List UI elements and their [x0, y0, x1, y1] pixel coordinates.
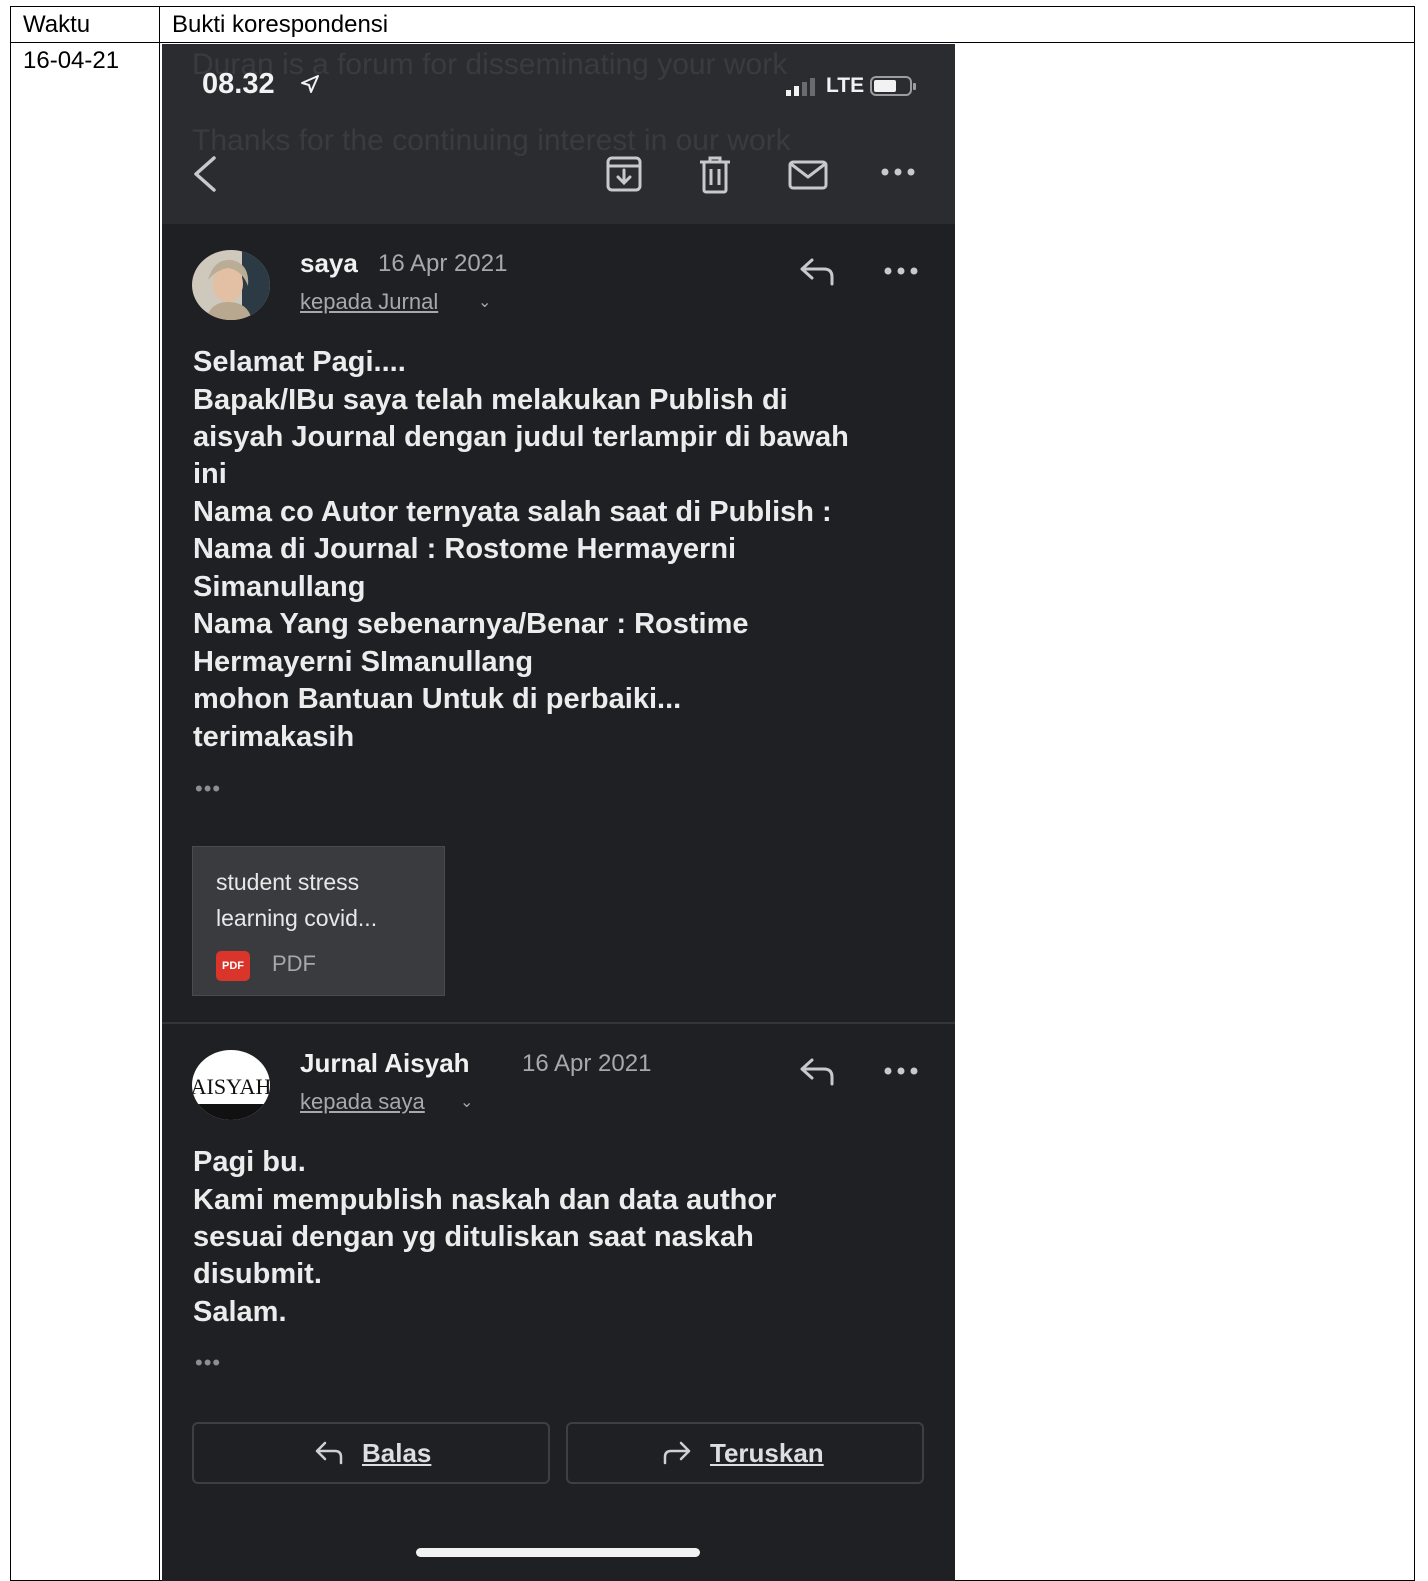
- message-date: 16 Apr 2021: [378, 250, 508, 277]
- email-screenshot: Duran is a forum for disseminating your …: [162, 44, 955, 1581]
- battery-icon: [870, 76, 916, 96]
- show-quoted-button[interactable]: •••: [195, 776, 221, 802]
- more-icon[interactable]: [884, 264, 918, 278]
- message-body-line: aisyah Journal dengan judul terlampir di…: [193, 421, 849, 453]
- header-time: Waktu: [10, 6, 160, 43]
- more-icon[interactable]: [880, 162, 916, 182]
- chevron-down-icon[interactable]: ⌄: [460, 1092, 473, 1112]
- archive-icon[interactable]: [606, 156, 642, 192]
- reply-label: Balas: [362, 1438, 432, 1468]
- attachment-type: PDF: [272, 951, 316, 976]
- forward-label: Teruskan: [710, 1438, 824, 1468]
- message-body-line: Selamat Pagi....: [193, 346, 406, 378]
- more-icon[interactable]: [884, 1064, 918, 1078]
- mail-icon[interactable]: [788, 160, 828, 190]
- sender-name: saya: [300, 248, 358, 278]
- recipient-link[interactable]: kepada Jurnal: [300, 289, 438, 315]
- top-toolbar: Duran is a forum for disseminating your …: [162, 44, 955, 224]
- signal-icon: [786, 78, 820, 96]
- message-body-line: Kami mempublish naskah dan data author: [193, 1184, 777, 1216]
- message-body-line: Simanullang: [193, 571, 366, 603]
- forward-icon: [663, 1441, 691, 1465]
- attachment-card[interactable]: student stress learning covid... PDF PDF: [192, 846, 445, 996]
- location-arrow-icon: [301, 75, 319, 93]
- reply-icon[interactable]: [798, 1056, 836, 1086]
- message-body-line: disubmit.: [193, 1258, 322, 1290]
- message-body-line: Salam.: [193, 1296, 287, 1328]
- message-body-line: mohon Bantuan Untuk di perbaiki...: [193, 683, 682, 715]
- message-body-line: sesuai dengan yg dituliskan saat naskah: [193, 1221, 754, 1253]
- ghost-text-line: Duran is a forum for disseminating your …: [192, 48, 788, 81]
- reply-icon: [315, 1441, 343, 1465]
- message-date: 16 Apr 2021: [522, 1050, 652, 1077]
- message-body-line: Nama di Journal : Rostome Hermayerni: [193, 533, 737, 565]
- row-date: 16-04-21: [10, 42, 160, 1581]
- forward-button[interactable]: Teruskan: [566, 1422, 924, 1484]
- trash-icon[interactable]: [698, 156, 732, 194]
- network-label: LTE: [826, 74, 865, 97]
- message-body-line: Nama co Autor ternyata salah saat di Pub…: [193, 496, 832, 528]
- attachment-name: student stress: [216, 869, 360, 895]
- avatar[interactable]: [192, 250, 270, 320]
- svg-text:AISYAH: AISYAH: [192, 1074, 270, 1099]
- ghost-text-line: Thanks for the continuing interest in ou…: [192, 124, 791, 157]
- reply-icon[interactable]: [798, 256, 836, 286]
- back-icon[interactable]: [190, 154, 220, 194]
- pdf-icon: PDF: [216, 951, 250, 981]
- status-time: 08.32: [202, 68, 275, 100]
- message-body-line: ini: [193, 458, 227, 490]
- reply-button[interactable]: Balas: [192, 1422, 550, 1484]
- recipient-link[interactable]: kepada saya: [300, 1089, 425, 1115]
- show-quoted-button[interactable]: •••: [195, 1350, 221, 1376]
- message-body-line: Hermayerni SImanullang: [193, 646, 534, 678]
- chevron-down-icon[interactable]: ⌄: [478, 292, 491, 312]
- message-body-line: terimakasih: [193, 721, 355, 753]
- message-body-line: Pagi bu.: [193, 1146, 306, 1178]
- home-indicator: [416, 1548, 700, 1557]
- avatar[interactable]: AISYAH: [192, 1050, 270, 1120]
- sender-name: Jurnal Aisyah: [300, 1048, 470, 1078]
- message-body-line: Nama Yang sebenarnya/Benar : Rostime: [193, 608, 749, 640]
- header-evidence: Bukti korespondensi: [159, 6, 1415, 43]
- divider: [162, 1022, 955, 1024]
- message-body-line: Bapak/IBu saya telah melakukan Publish d…: [193, 384, 788, 416]
- attachment-name: learning covid...: [216, 905, 378, 931]
